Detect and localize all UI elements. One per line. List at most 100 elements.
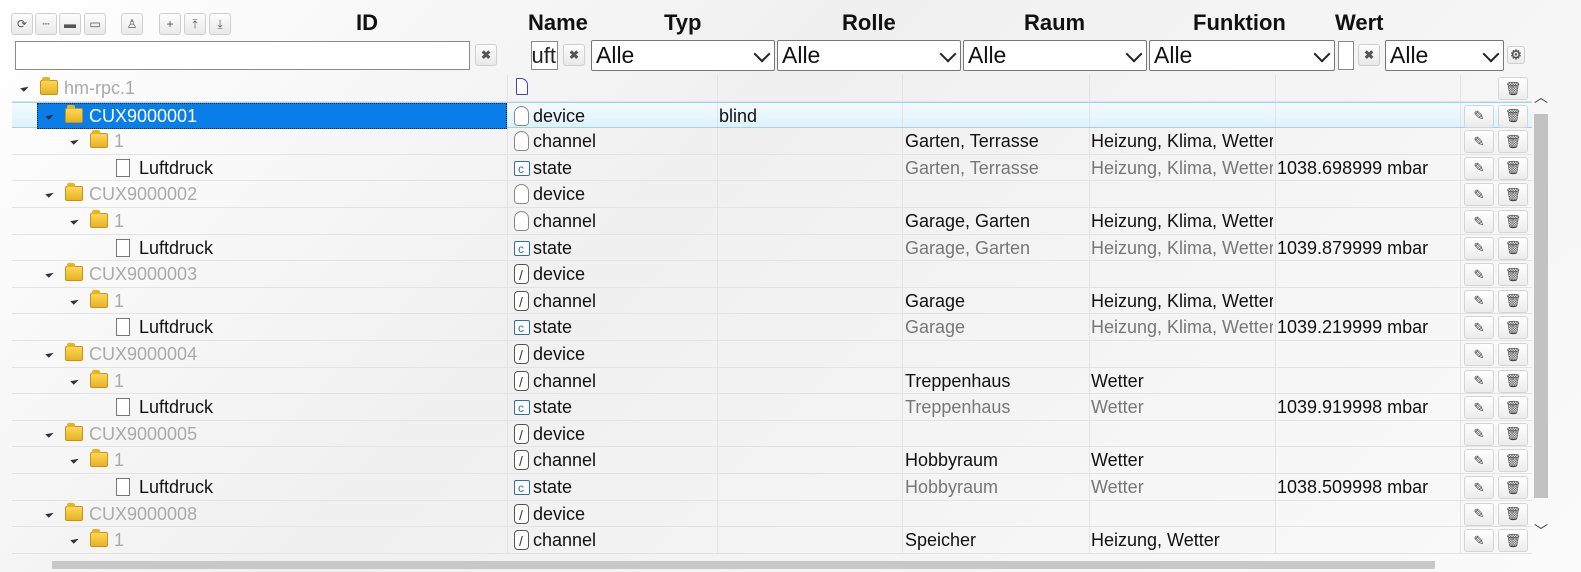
edit-icon[interactable]: ✎ bbox=[1464, 183, 1494, 207]
expand-toggle-icon[interactable] bbox=[45, 508, 54, 518]
edit-icon[interactable]: ✎ bbox=[1464, 476, 1494, 499]
column-header-rolle[interactable]: Rolle bbox=[842, 10, 896, 36]
expand-toggle-icon[interactable] bbox=[70, 535, 79, 544]
edit-icon[interactable]: ✎ bbox=[1464, 289, 1494, 313]
expand-toggle-icon[interactable] bbox=[45, 429, 54, 438]
refresh-icon[interactable]: ⟳ bbox=[11, 13, 33, 35]
delete-icon[interactable]: 🗑 bbox=[1498, 263, 1528, 287]
edit-icon[interactable]: ✎ bbox=[1464, 396, 1494, 420]
edit-icon[interactable]: ✎ bbox=[1464, 210, 1494, 233]
delete-icon[interactable]: 🗑 bbox=[1498, 130, 1528, 154]
table-row[interactable]: Luftdruck state Treppenhaus Wetter 1039.9199… bbox=[12, 394, 1532, 421]
scroll-down-icon[interactable]: ﹀ bbox=[1534, 524, 1548, 538]
column-header-name[interactable]: Name bbox=[528, 10, 588, 36]
vertical-scrollbar[interactable]: ︿ ﹀ bbox=[1534, 90, 1548, 540]
expand-toggle-icon[interactable] bbox=[70, 216, 79, 225]
delete-icon[interactable]: 🗑 bbox=[1498, 502, 1528, 526]
delete-icon[interactable]: 🗑 bbox=[1498, 476, 1528, 499]
expand-toggle-icon[interactable] bbox=[45, 349, 54, 358]
column-header-raum[interactable]: Raum bbox=[1024, 10, 1085, 36]
delete-icon[interactable]: 🗑 bbox=[1498, 77, 1528, 100]
upload-icon[interactable]: ⤒ bbox=[184, 13, 206, 35]
edit-icon[interactable]: ✎ bbox=[1464, 156, 1494, 180]
table-row[interactable]: CUX9000004 device ✎🗑 bbox=[12, 341, 1532, 368]
edit-icon[interactable]: ✎ bbox=[1464, 263, 1494, 287]
column-header-funktion[interactable]: Funktion bbox=[1193, 10, 1286, 36]
edit-icon[interactable]: ✎ bbox=[1464, 422, 1494, 446]
table-row[interactable]: 1 channel Garage, Garten Heizung, Klima, We… bbox=[12, 208, 1532, 235]
delete-icon[interactable]: 🗑 bbox=[1498, 183, 1528, 207]
edit-icon[interactable]: ✎ bbox=[1464, 343, 1494, 366]
table-row[interactable]: Luftdruck state Hobbyraum Wetter 1038.509998… bbox=[12, 474, 1532, 501]
table-row[interactable]: CUX9000005 device ✎🗑 bbox=[12, 420, 1532, 448]
delete-icon[interactable]: 🗑 bbox=[1498, 156, 1528, 180]
expand-toggle-icon[interactable] bbox=[45, 189, 54, 199]
delete-icon[interactable]: 🗑 bbox=[1498, 289, 1528, 313]
funktion-filter-select[interactable]: Alle bbox=[1149, 40, 1335, 71]
add-icon[interactable]: + bbox=[159, 13, 181, 35]
delete-icon[interactable]: 🗑 bbox=[1498, 422, 1528, 446]
expand-toggle-icon[interactable] bbox=[70, 296, 79, 305]
table-row[interactable]: CUX9000008 device ✎🗑 bbox=[12, 500, 1532, 528]
rolle-filter-select[interactable]: Alle bbox=[777, 40, 961, 71]
edit-icon[interactable]: ✎ bbox=[1464, 236, 1494, 260]
column-header-id[interactable]: ID bbox=[356, 10, 378, 36]
delete-icon[interactable]: 🗑 bbox=[1498, 316, 1528, 340]
name-filter-clear-icon[interactable]: ✖ bbox=[563, 44, 585, 66]
download-icon[interactable]: ⤓ bbox=[209, 13, 231, 35]
name-filter-input[interactable]: uft bbox=[531, 41, 558, 70]
edit-icon[interactable]: ✎ bbox=[1464, 502, 1494, 526]
collapse-icon[interactable]: ┄ bbox=[35, 13, 57, 35]
table-row[interactable]: 1 channel Garage Heizung, Klima, Wetter ✎🗑 bbox=[12, 287, 1532, 315]
expand-toggle-icon[interactable] bbox=[70, 136, 79, 145]
table-row[interactable]: CUX9000003 device ✎🗑 bbox=[12, 261, 1532, 288]
table-row[interactable]: Luftdruck state Garage, Garten Heizung, Kli… bbox=[12, 234, 1532, 262]
column-header-wert[interactable]: Wert bbox=[1335, 10, 1384, 36]
column-header-typ[interactable]: Typ bbox=[664, 10, 701, 36]
delete-icon[interactable]: 🗑 bbox=[1498, 210, 1528, 233]
table-row[interactable]: Luftdruck state Garten, Terrasse Heizung, K… bbox=[12, 154, 1532, 182]
table-row[interactable]: Luftdruck state Garage Heizung, Klima, Wett… bbox=[12, 314, 1532, 341]
user-icon[interactable]: ♙ bbox=[121, 13, 143, 35]
scroll-up-icon[interactable]: ︿ bbox=[1534, 90, 1548, 104]
delete-icon[interactable]: 🗑 bbox=[1498, 104, 1528, 128]
edit-icon[interactable]: ✎ bbox=[1464, 130, 1494, 154]
vertical-scroll-thumb[interactable] bbox=[1534, 114, 1548, 498]
raum-filter-select[interactable]: Alle bbox=[963, 40, 1147, 71]
expand-toggle-icon[interactable] bbox=[70, 375, 79, 385]
typ-filter-select[interactable]: Alle bbox=[591, 40, 775, 71]
delete-icon[interactable]: 🗑 bbox=[1498, 529, 1528, 553]
wert-filter-input[interactable] bbox=[1338, 41, 1354, 70]
table-row[interactable]: CUX9000002 device ✎ 🗑 bbox=[12, 181, 1532, 208]
wert-filter-select[interactable]: Alle bbox=[1385, 40, 1504, 71]
delete-icon[interactable]: 🗑 bbox=[1498, 369, 1528, 393]
table-row[interactable]: 1 channel Speicher Heizung, Wetter ✎🗑 bbox=[12, 527, 1532, 554]
edit-icon[interactable]: ✎ bbox=[1464, 529, 1494, 553]
delete-icon[interactable]: 🗑 bbox=[1498, 396, 1528, 420]
table-row[interactable]: hm-rpc.1 🗑 bbox=[12, 75, 1532, 102]
folder-icon[interactable]: ▬ bbox=[59, 13, 81, 35]
edit-icon[interactable]: ✎ bbox=[1464, 104, 1494, 128]
table-row[interactable]: CUX9000001 device blind ✎ 🗑 bbox=[12, 101, 1532, 129]
wert-filter-clear-icon[interactable]: ✖ bbox=[1358, 44, 1380, 66]
horizontal-scroll-thumb[interactable] bbox=[52, 561, 1435, 569]
table-row[interactable]: 1 channel Garten, Terrasse Heizung, Klima, … bbox=[12, 128, 1532, 155]
expand-toggle-icon[interactable] bbox=[20, 83, 29, 92]
id-filter-input[interactable] bbox=[15, 41, 470, 70]
settings-icon[interactable]: ⚙ bbox=[1507, 46, 1525, 64]
delete-icon[interactable]: 🗑 bbox=[1498, 449, 1528, 473]
id-filter-clear-icon[interactable]: ✖ bbox=[475, 44, 497, 66]
edit-icon[interactable]: ✎ bbox=[1464, 369, 1494, 393]
table-row[interactable]: 1 channel Treppenhaus Wetter ✎🗑 bbox=[12, 367, 1532, 395]
horizontal-scrollbar[interactable] bbox=[12, 561, 1518, 572]
delete-icon[interactable]: 🗑 bbox=[1498, 343, 1528, 366]
delete-icon[interactable]: 🗑 bbox=[1498, 236, 1528, 260]
row-raum: Speicher bbox=[905, 530, 977, 551]
expand-toggle-icon[interactable] bbox=[45, 269, 54, 278]
row-funktion bbox=[1091, 103, 1273, 128]
table-row[interactable]: 1 channel Hobbyraum Wetter ✎🗑 bbox=[12, 447, 1532, 474]
edit-icon[interactable]: ✎ bbox=[1464, 449, 1494, 473]
expand-toggle-icon[interactable] bbox=[70, 455, 79, 465]
folder-open-icon[interactable]: ▭ bbox=[84, 13, 106, 35]
edit-icon[interactable]: ✎ bbox=[1464, 316, 1494, 340]
